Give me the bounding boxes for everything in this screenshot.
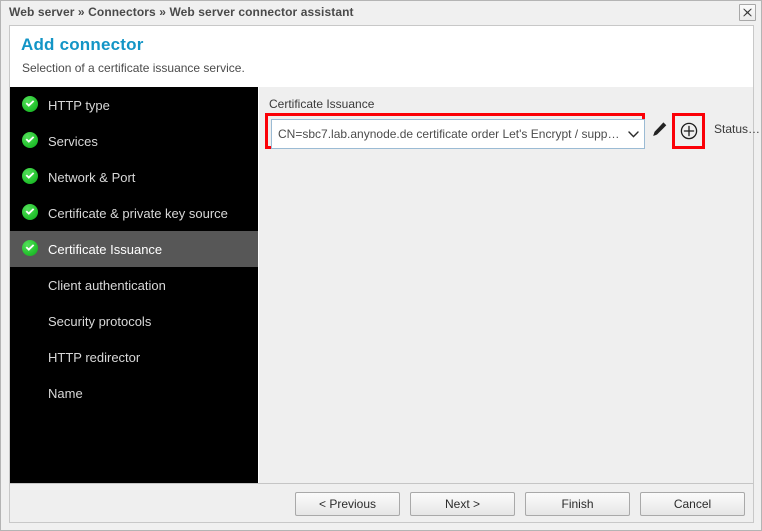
sidebar-item-label: Certificate Issuance (48, 241, 163, 257)
sidebar-item-http-type[interactable]: HTTP type (10, 87, 258, 123)
step-complete-check-icon (22, 96, 40, 114)
sidebar-item-label: Certificate & private key source (48, 205, 228, 221)
step-pending-icon (22, 348, 40, 366)
sidebar-item-certificate-and-private-key-source[interactable]: Certificate & private key source (10, 195, 258, 231)
page-title: Add connector (21, 35, 144, 54)
sidebar-item-label: Network & Port (48, 169, 136, 185)
window-titlebar: Web server » Connectors » Web server con… (1, 1, 761, 25)
footer-button-bar: < Previous Next > Finish Cancel (295, 492, 745, 516)
sidebar-item-label: Client authentication (48, 277, 166, 293)
sidebar-item-services[interactable]: Services (10, 123, 258, 159)
step-complete-check-icon (22, 240, 40, 258)
step-pending-icon (22, 384, 40, 402)
web-server-connector-assistant-window: Web server » Connectors » Web server con… (0, 0, 762, 531)
certificate-issuance-select-highlight: CN=sbc7.lab.anynode.de certificate order… (265, 113, 645, 149)
dialog-footer: < Previous Next > Finish Cancel (10, 483, 753, 522)
sidebar-item-name[interactable]: Name (10, 375, 258, 411)
wizard-step-sidebar: HTTP type Services Network & Port Certif… (10, 87, 258, 484)
sidebar-item-label: Services (48, 133, 98, 149)
status-label: Status… (714, 122, 761, 136)
add-service-highlight (672, 113, 705, 149)
certificate-issuance-field-row: CN=sbc7.lab.anynode.de certificate order… (265, 113, 760, 149)
dialog-header: Add connector Selection of a certificate… (10, 26, 753, 86)
step-complete-check-icon (22, 168, 40, 186)
sidebar-item-certificate-issuance[interactable]: Certificate Issuance (10, 231, 258, 267)
sidebar-item-label: Name (48, 385, 83, 401)
main-content-panel: Certificate Issuance CN=sbc7.lab.anynode… (259, 87, 760, 484)
sidebar-item-client-authentication[interactable]: Client authentication (10, 267, 258, 303)
breadcrumb: Web server » Connectors » Web server con… (9, 5, 354, 19)
sidebar-item-security-protocols[interactable]: Security protocols (10, 303, 258, 339)
sidebar-item-http-redirector[interactable]: HTTP redirector (10, 339, 258, 375)
sidebar-item-label: Security protocols (48, 313, 152, 329)
pencil-icon[interactable] (651, 121, 668, 138)
close-button[interactable] (739, 4, 756, 21)
step-pending-icon (22, 276, 40, 294)
finish-button[interactable]: Finish (525, 492, 630, 516)
certificate-issuance-label: Certificate Issuance (269, 97, 375, 111)
sidebar-item-network-and-port[interactable]: Network & Port (10, 159, 258, 195)
step-complete-check-icon (22, 204, 40, 222)
cancel-button[interactable]: Cancel (640, 492, 745, 516)
chevron-down-icon[interactable] (622, 120, 644, 148)
step-pending-icon (22, 312, 40, 330)
add-connector-dialog: Add connector Selection of a certificate… (9, 25, 760, 523)
plus-circle-icon[interactable] (680, 122, 698, 140)
next-button[interactable]: Next > (410, 492, 515, 516)
sidebar-item-label: HTTP type (48, 97, 110, 113)
page-subtitle: Selection of a certificate issuance serv… (22, 61, 245, 75)
sidebar-item-label: HTTP redirector (48, 349, 141, 365)
certificate-issuance-select-value: CN=sbc7.lab.anynode.de certificate order… (278, 127, 620, 141)
certificate-issuance-select[interactable]: CN=sbc7.lab.anynode.de certificate order… (271, 119, 645, 149)
step-complete-check-icon (22, 132, 40, 150)
previous-button[interactable]: < Previous (295, 492, 400, 516)
